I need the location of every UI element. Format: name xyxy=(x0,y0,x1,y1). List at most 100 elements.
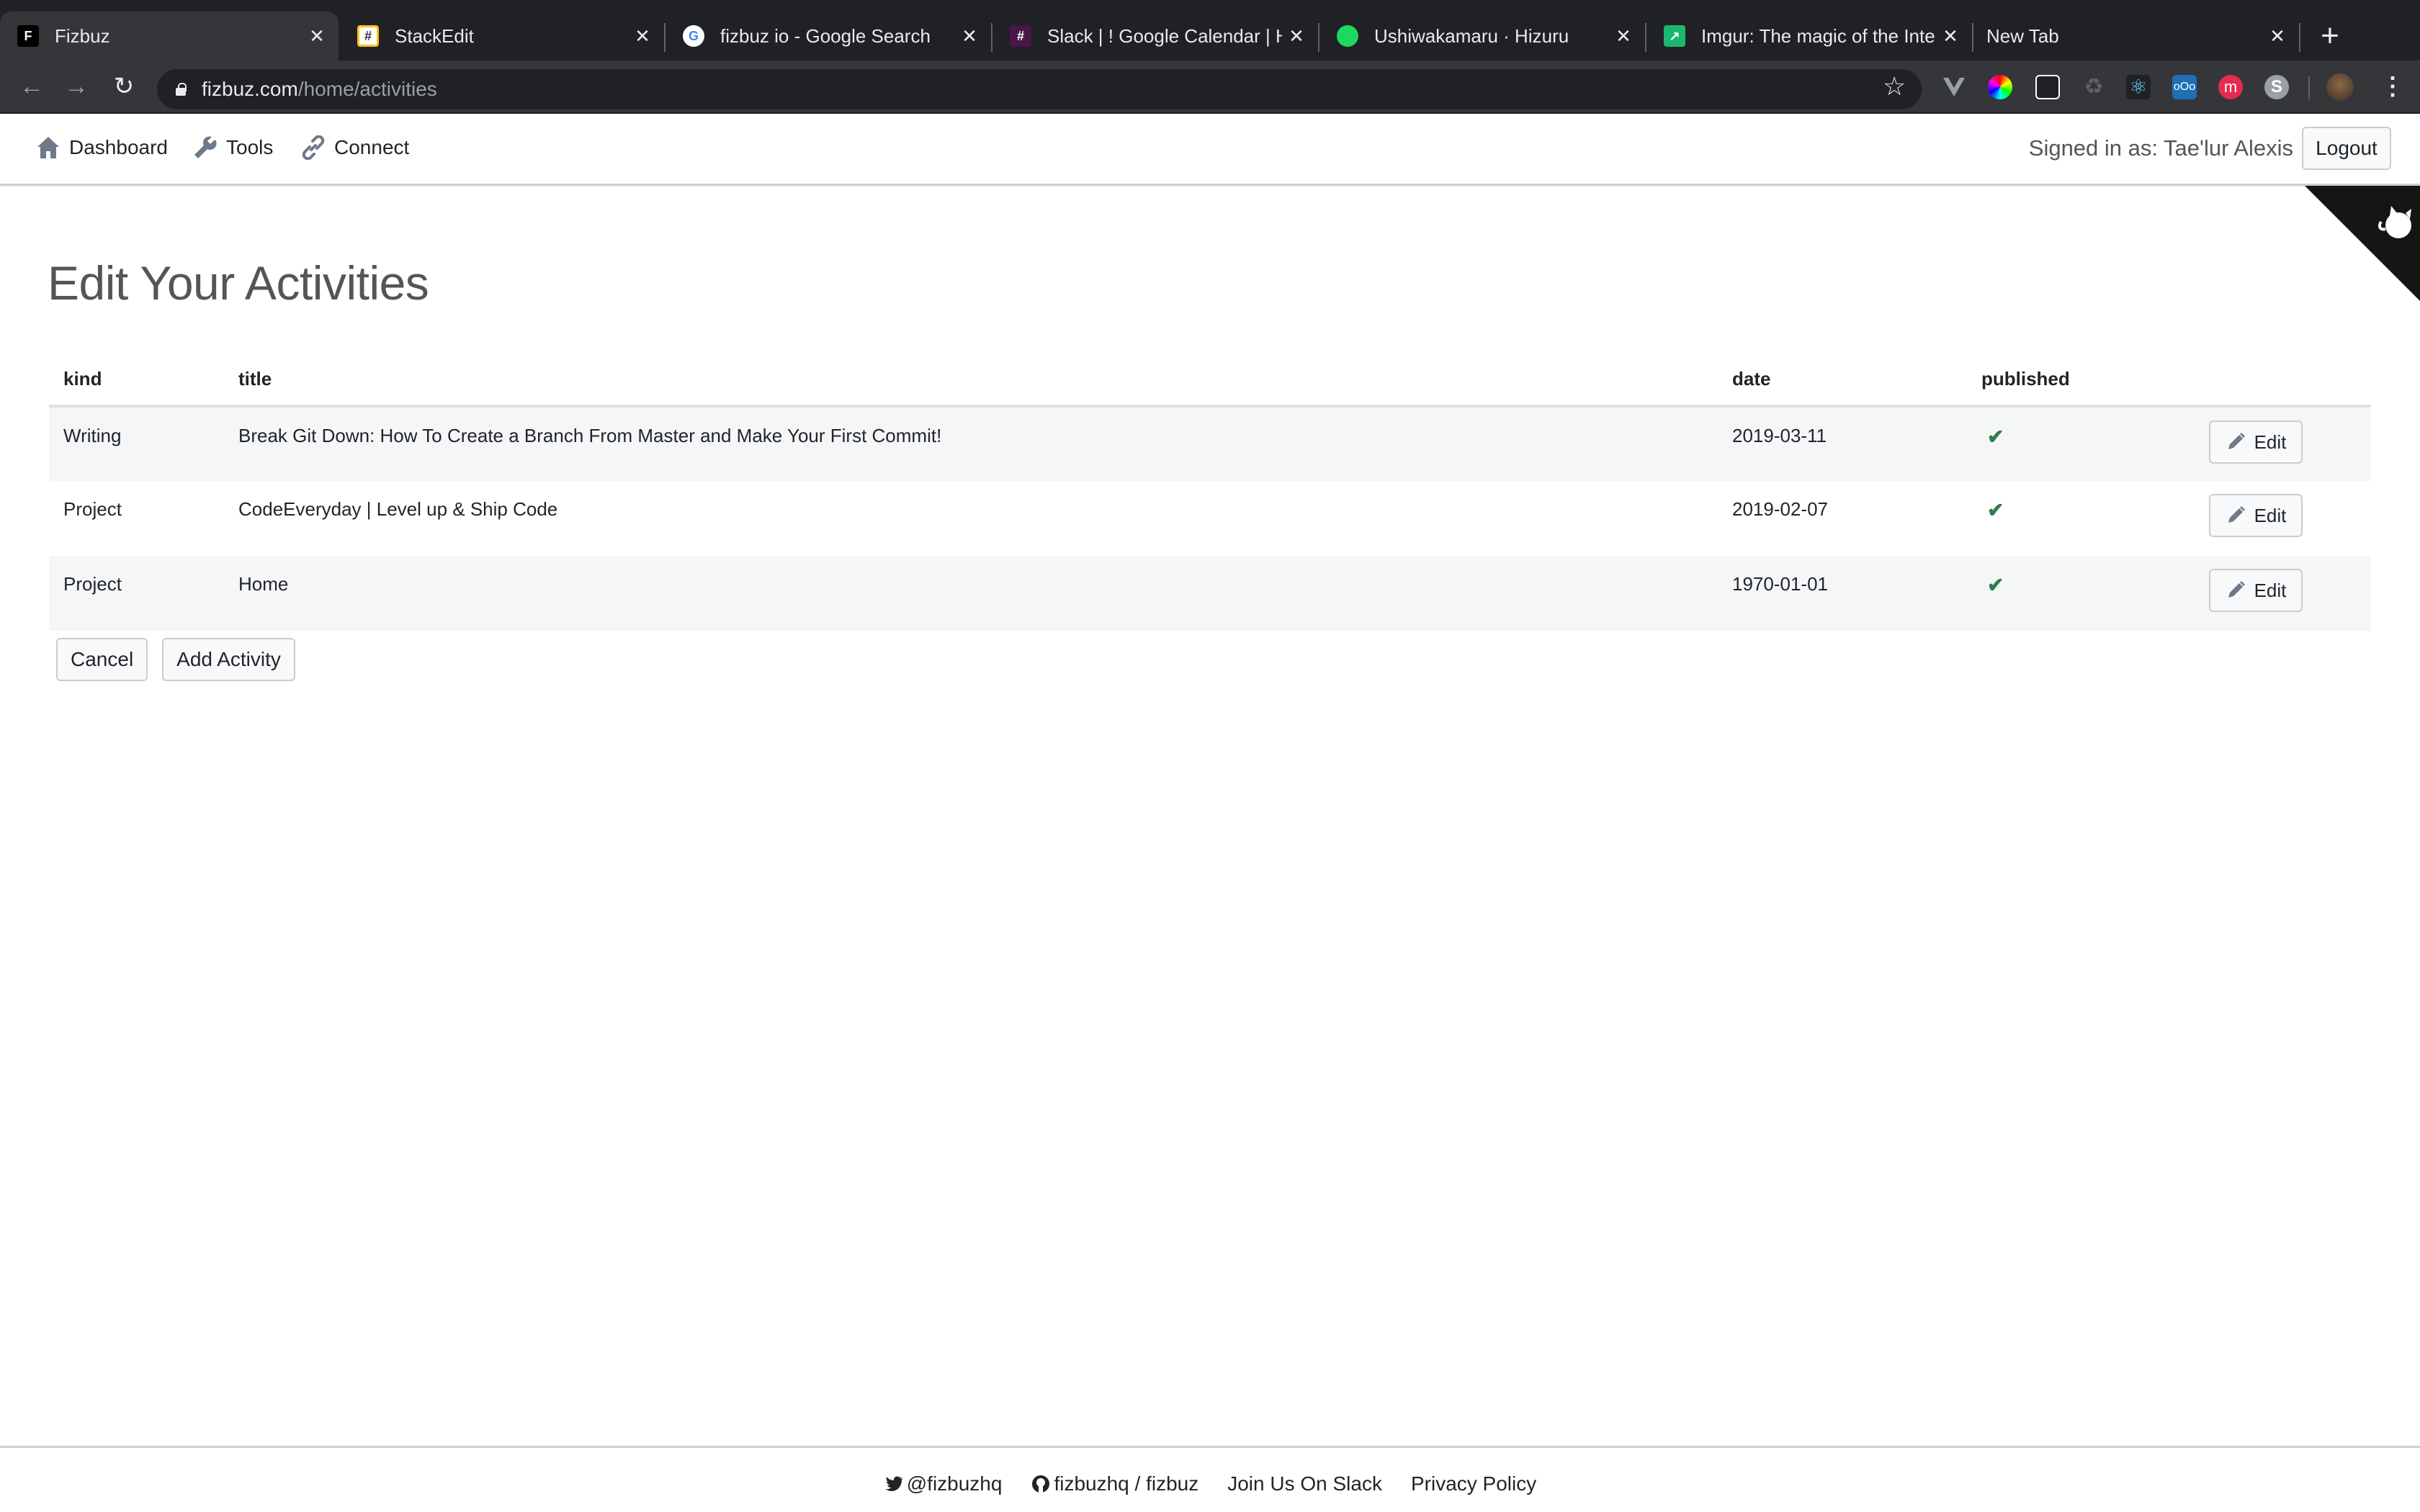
pencil-icon xyxy=(2228,581,2245,598)
page-title: Edit Your Activities xyxy=(48,256,429,310)
close-tab-icon[interactable]: ✕ xyxy=(2263,25,2292,48)
recycle-icon[interactable]: ♻ xyxy=(2081,75,2106,99)
cancel-button[interactable]: Cancel xyxy=(56,638,148,681)
cell-kind: Project xyxy=(49,556,224,631)
link-icon xyxy=(302,135,325,160)
cell-actions: Edit xyxy=(2195,406,2371,481)
tab-label: Imgur: The magic of the Intern xyxy=(1701,24,1936,47)
close-tab-icon[interactable]: ✕ xyxy=(955,25,984,48)
cell-published: ✔ xyxy=(1967,406,2195,481)
back-arrow-icon[interactable]: ← xyxy=(16,71,48,102)
tab-new-tab[interactable]: New Tab ✕ xyxy=(1973,12,2300,60)
edit-button[interactable]: Edit xyxy=(2209,494,2303,537)
tab-imgur[interactable]: ↗ Imgur: The magic of the Intern ✕ xyxy=(1646,12,1973,60)
table-header-row: kind title date published xyxy=(49,353,2371,408)
cell-published: ✔ xyxy=(1967,556,2195,631)
url-domain: fizbuz.com xyxy=(202,78,298,100)
address-bar[interactable]: fizbuz.com /home/activities xyxy=(157,69,1922,109)
tab-google-search[interactable]: G fizbuz io - Google Search ✕ xyxy=(666,12,992,60)
table-row: Project CodeEveryday | Level up & Ship C… xyxy=(49,481,2371,556)
tab-spotify[interactable]: Ushiwakamaru · Hizuru ✕ xyxy=(1319,12,1646,60)
cell-date: 2019-02-07 xyxy=(1732,498,1828,520)
tab-fizbuz[interactable]: F Fizbuz ✕ xyxy=(0,12,339,60)
table-row: Project Home 1970-01-01 ✔ Edit xyxy=(49,556,2371,631)
tab-label: fizbuz io - Google Search xyxy=(720,24,931,47)
nav-link-label: Connect xyxy=(334,136,410,158)
footer-github-label: fizbuzhq / fizbuz xyxy=(1054,1472,1199,1495)
cell-published: ✔ xyxy=(1967,481,2195,556)
browser-menu-icon[interactable]: ⋮ xyxy=(2380,72,2405,101)
cell-kind: Writing xyxy=(49,406,224,481)
edit-label: Edit xyxy=(2254,431,2287,453)
add-activity-button[interactable]: Add Activity xyxy=(162,638,295,681)
url-path: /home/activities xyxy=(297,78,437,100)
column-header-date: date xyxy=(1718,353,1967,408)
skype-icon[interactable]: S xyxy=(2264,75,2289,99)
footer-slack-link[interactable]: Join Us On Slack xyxy=(1227,1472,1382,1495)
color-picker-icon[interactable] xyxy=(1988,75,2012,99)
close-tab-icon[interactable]: ✕ xyxy=(302,25,331,48)
google-favicon-icon: G xyxy=(683,25,704,47)
column-header-actions xyxy=(2195,353,2371,408)
footer-github-link[interactable]: fizbuzhq / fizbuz xyxy=(1031,1472,1198,1495)
spotify-favicon-icon xyxy=(1337,25,1358,47)
cell-date: 1970-01-01 xyxy=(1718,556,1967,631)
footer-twitter-link[interactable]: @fizbuzhq xyxy=(884,1472,1002,1495)
cell-kind: Project xyxy=(63,498,122,520)
monica-icon[interactable]: m xyxy=(2218,75,2243,99)
stylus-icon[interactable] xyxy=(2035,75,2060,99)
twitter-icon xyxy=(884,1476,902,1491)
cell-actions: Edit xyxy=(2195,481,2371,556)
tab-label: Ushiwakamaru · Hizuru xyxy=(1374,24,1569,47)
new-tab-button[interactable]: + xyxy=(2312,16,2348,56)
nav-dashboard-link[interactable]: Dashboard xyxy=(36,135,168,160)
pencil-icon xyxy=(2228,433,2245,449)
reload-icon[interactable]: ↻ xyxy=(108,71,140,102)
wrench-icon xyxy=(194,136,217,158)
column-header-kind: kind xyxy=(49,353,224,408)
column-header-title: title xyxy=(224,353,1718,408)
cell-title: Home xyxy=(224,556,1718,631)
tab-slack[interactable]: # Slack | ! Google Calendar | Ho ✕ xyxy=(992,12,1319,60)
fizbuz-favicon-icon: F xyxy=(17,25,39,47)
edit-button[interactable]: Edit xyxy=(2209,420,2303,464)
close-tab-icon[interactable]: ✕ xyxy=(1609,25,1638,48)
stackedit-favicon-icon: # xyxy=(357,25,379,47)
profile-avatar[interactable] xyxy=(2326,73,2354,101)
react-devtools-icon[interactable]: ⚛ xyxy=(2126,75,2151,99)
check-icon: ✔ xyxy=(1987,426,2004,448)
pencil-icon xyxy=(2228,506,2245,523)
table-row: Writing Break Git Down: How To Create a … xyxy=(49,406,2371,481)
toolbar-separator xyxy=(2308,76,2310,99)
column-header-published: published xyxy=(1967,353,2195,408)
edit-button[interactable]: Edit xyxy=(2209,569,2303,612)
logout-button[interactable]: Logout xyxy=(2302,127,2391,170)
edit-label: Edit xyxy=(2254,579,2287,601)
cell-title: CodeEveryday | Level up & Ship Code xyxy=(238,498,558,520)
bookmark-star-icon[interactable]: ☆ xyxy=(1883,71,1906,102)
footer-privacy-link[interactable]: Privacy Policy xyxy=(1411,1472,1536,1495)
tab-label: New Tab xyxy=(1986,24,2059,47)
vue-devtools-icon[interactable] xyxy=(1942,75,1966,99)
check-icon: ✔ xyxy=(1987,574,2004,596)
nav-connect-link[interactable]: Connect xyxy=(301,135,409,160)
nextcloud-icon[interactable]: oOo xyxy=(2172,75,2197,99)
nav-link-label: Dashboard xyxy=(69,136,168,158)
browser-toolbar: ← → ↻ fizbuz.com /home/activities ☆ ♻ ⚛ … xyxy=(0,60,2420,114)
cell-date: 2019-03-11 xyxy=(1718,406,1967,481)
close-tab-icon[interactable]: ✕ xyxy=(1936,25,1965,48)
tab-stackedit[interactable]: # StackEdit ✕ xyxy=(340,12,666,60)
close-tab-icon[interactable]: ✕ xyxy=(1282,25,1311,48)
cell-actions: Edit xyxy=(2195,556,2371,631)
nav-link-label: Tools xyxy=(226,136,274,158)
nav-tools-link[interactable]: Tools xyxy=(193,135,273,160)
tab-separator xyxy=(2299,23,2300,52)
close-tab-icon[interactable]: ✕ xyxy=(628,25,657,48)
edit-label: Edit xyxy=(2254,504,2287,526)
lock-icon xyxy=(176,83,187,96)
forward-arrow-icon[interactable]: → xyxy=(60,71,92,102)
github-corner-icon[interactable] xyxy=(2305,186,2420,301)
browser-tab-strip: F Fizbuz ✕ # StackEdit ✕ G fizbuz io - G… xyxy=(0,0,2420,60)
tab-label: Fizbuz xyxy=(55,24,110,47)
github-icon xyxy=(1032,1475,1050,1493)
